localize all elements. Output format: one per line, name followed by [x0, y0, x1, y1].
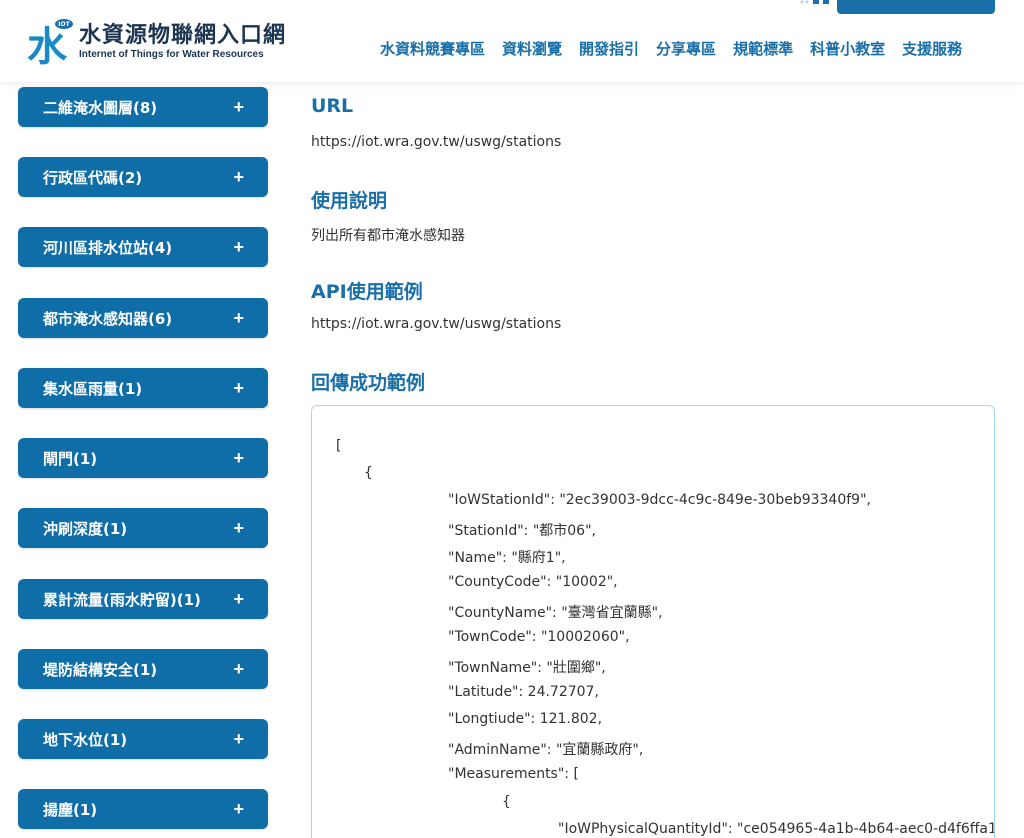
water-logo-icon: 水 IOT	[25, 18, 75, 70]
usage-value: 列出所有都市淹水感知器	[311, 228, 465, 244]
plus-icon: +	[233, 377, 244, 398]
plus-icon: +	[233, 166, 244, 187]
code-line: {	[364, 465, 373, 481]
sidebar-item-levee-safety[interactable]: 堤防結構安全(1) +	[18, 649, 268, 689]
plus-icon: +	[233, 798, 244, 819]
api-example-value: https://iot.wra.gov.tw/uswg/stations	[311, 316, 562, 332]
sidebar-item-label: 河川區排水位站(4)	[43, 238, 173, 257]
usage-heading: 使用說明	[311, 190, 388, 212]
main-nav: 水資料競賽專區 資料瀏覽 開發指引 分享專區 規範標準 科普小教室 支援服務	[380, 38, 979, 59]
sidebar-item-label: 集水區雨量(1)	[43, 379, 143, 398]
sidebar-item-label: 行政區代碼(2)	[43, 168, 143, 187]
code-line: "AdminName": "宜蘭縣政府",	[448, 742, 644, 758]
site-title: 水資源物聯網入口網	[79, 23, 287, 48]
plus-icon: +	[233, 658, 244, 679]
sidebar-item-admin-code[interactable]: 行政區代碼(2) +	[18, 157, 268, 197]
logo-char: 水	[27, 24, 68, 66]
sidebar-item-urban-flood-sensor[interactable]: 都市淹水感知器(6) +	[18, 298, 268, 338]
nav-item-standards[interactable]: 規範標準	[733, 38, 793, 59]
nav-item-share[interactable]: 分享專區	[656, 38, 716, 59]
code-line: "IoWPhysicalQuantityId": "ce054965-4a1b-…	[558, 821, 995, 837]
code-line: "Measurements": [	[448, 766, 579, 782]
response-code-block[interactable]: [ { "IoWStationId": "2ec39003-9dcc-4c9c-…	[311, 405, 995, 838]
site-logo[interactable]: 水 IOT 水資源物聯網入口網 Internet of Things for W…	[25, 18, 287, 70]
sidebar-item-label: 累計流量(雨水貯留)(1)	[43, 590, 201, 609]
plus-icon: +	[233, 517, 244, 538]
sidebar-item-catchment-rainfall[interactable]: 集水區雨量(1) +	[18, 368, 268, 408]
nav-item-support[interactable]: 支援服務	[902, 38, 962, 59]
code-line: "CountyName": "臺灣省宜蘭縣",	[448, 605, 663, 621]
login-register-button[interactable]	[837, 0, 995, 14]
site-subtitle: Internet of Things for Water Resources	[79, 49, 264, 60]
sidebar-item-scour-depth[interactable]: 沖刷深度(1) +	[18, 508, 268, 548]
nav-item-competition[interactable]: 水資料競賽專區	[380, 38, 485, 59]
nav-item-dev-guide[interactable]: 開發指引	[579, 38, 639, 59]
code-line: "TownCode": "10002060",	[448, 629, 630, 645]
sidebar-item-label: 都市淹水感知器(6)	[43, 309, 173, 328]
sidebar-item-2d-flood-layer[interactable]: 二維淹水圖層(8) +	[18, 87, 268, 127]
code-line: "Name": "縣府1",	[448, 550, 566, 566]
top-toolbar-icons[interactable]	[800, 0, 830, 10]
logo-badge: IOT	[58, 21, 70, 28]
sidebar-item-label: 堤防結構安全(1)	[43, 660, 158, 679]
api-example-heading: API使用範例	[311, 281, 423, 303]
url-heading: URL	[311, 95, 354, 117]
code-line: "CountyCode": "10002",	[448, 574, 618, 590]
nav-item-browse[interactable]: 資料瀏覽	[502, 38, 562, 59]
plus-icon: +	[233, 447, 244, 468]
sidebar-item-label: 二維淹水圖層(8)	[43, 98, 158, 117]
sidebar-item-dust[interactable]: 揚塵(1) +	[18, 789, 268, 829]
nav-item-classroom[interactable]: 科普小教室	[810, 38, 885, 59]
code-line: "StationId": "都市06",	[448, 523, 596, 539]
code-line: "TownName": "壯圍鄉",	[448, 660, 606, 676]
sidebar-item-groundwater[interactable]: 地下水位(1) +	[18, 719, 268, 759]
plus-icon: +	[233, 236, 244, 257]
plus-icon: +	[233, 96, 244, 117]
site-header: 水 IOT 水資源物聯網入口網 Internet of Things for W…	[0, 0, 1024, 82]
code-line: "IoWStationId": "2ec39003-9dcc-4c9c-849e…	[448, 492, 871, 508]
sidebar-item-gate[interactable]: 閘門(1) +	[18, 438, 268, 478]
sidebar-item-label: 地下水位(1)	[43, 730, 128, 749]
code-line: {	[502, 794, 511, 810]
code-line: "Longtiude": 121.802,	[448, 711, 603, 727]
sidebar-item-cumulative-flow[interactable]: 累計流量(雨水貯留)(1) +	[18, 579, 268, 619]
sidebar-item-label: 閘門(1)	[43, 449, 98, 468]
plus-icon: +	[233, 588, 244, 609]
plus-icon: +	[233, 728, 244, 749]
sidebar-item-label: 揚塵(1)	[43, 800, 98, 819]
sidebar-item-river-drainage[interactable]: 河川區排水位站(4) +	[18, 227, 268, 267]
success-response-heading: 回傳成功範例	[311, 372, 426, 394]
code-line: [	[336, 438, 342, 454]
url-value: https://iot.wra.gov.tw/uswg/stations	[311, 134, 562, 150]
plus-icon: +	[233, 307, 244, 328]
sidebar-item-label: 沖刷深度(1)	[43, 519, 128, 538]
code-line: "Latitude": 24.72707,	[448, 684, 599, 700]
